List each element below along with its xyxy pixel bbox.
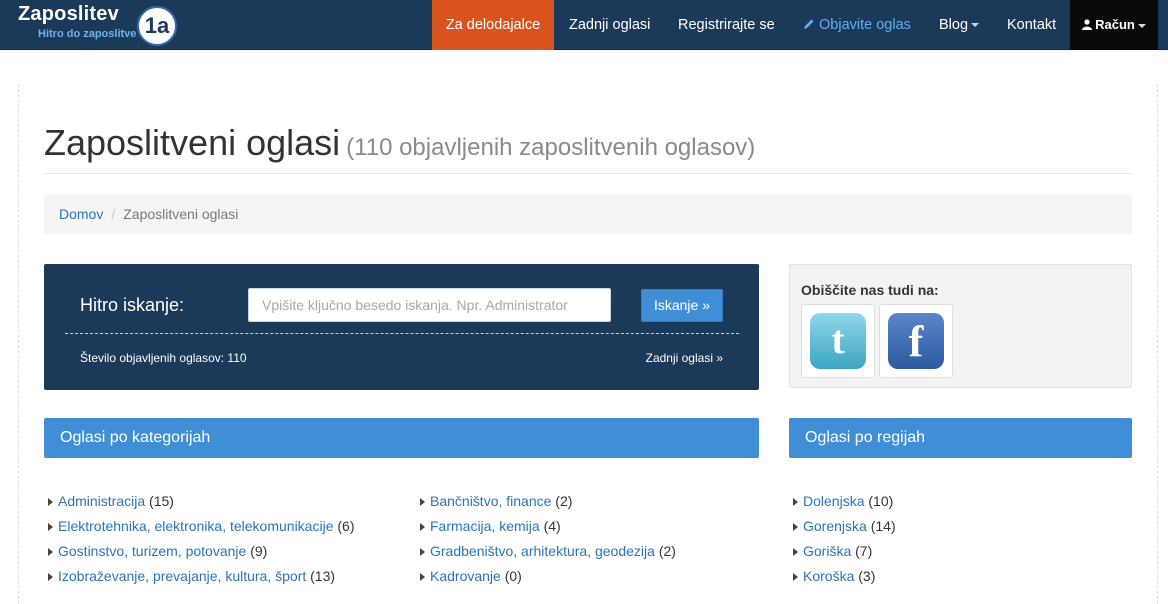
list-item: Administracija (15)	[48, 490, 355, 515]
region-link[interactable]: Gorenjska	[803, 518, 867, 534]
breadcrumb-separator: /	[111, 206, 116, 222]
caret-right-icon	[48, 523, 53, 531]
pencil-icon	[804, 19, 814, 29]
category-link[interactable]: Administracija	[58, 493, 145, 509]
caret-right-icon	[420, 548, 425, 556]
region-count: (14)	[870, 518, 896, 534]
category-count: (13)	[310, 568, 336, 584]
nav-blog-dropdown[interactable]: Blog	[939, 0, 980, 50]
page-title-text: Zaposlitveni oglasi	[44, 122, 341, 163]
nav-contact[interactable]: Kontakt	[1007, 0, 1056, 50]
account-dropdown[interactable]: Račun	[1070, 0, 1158, 50]
quick-search-label: Hitro iskanje:	[80, 295, 185, 315]
caret-right-icon	[793, 573, 798, 581]
category-list-col2: Bančništvo, finance (2) Farmacija, kemij…	[420, 490, 676, 590]
region-count: (7)	[855, 543, 873, 559]
category-count: (0)	[504, 568, 522, 584]
list-item: Kadrovanje (0)	[420, 565, 676, 590]
latest-ads-link[interactable]: Zadnji oglasi »	[646, 351, 723, 365]
caret-right-icon	[48, 548, 53, 556]
category-link[interactable]: Izobraževanje, prevajanje, kultura, špor…	[58, 568, 306, 584]
caret-right-icon	[793, 498, 798, 506]
nav-post-ad-label: Objavite oglas	[819, 17, 911, 33]
category-link[interactable]: Bančništvo, finance	[430, 493, 551, 509]
list-item: Dolenjska (10)	[793, 490, 896, 515]
breadcrumb-current: Zaposlitveni oglasi	[123, 206, 239, 222]
region-list: Dolenjska (10) Gorenjska (14) Goriška (7…	[793, 490, 896, 590]
region-link[interactable]: Koroška	[803, 568, 854, 584]
category-link[interactable]: Elektrotehnika, elektronika, telekomunik…	[58, 518, 333, 534]
list-item: Gostinstvo, turizem, potovanje (9)	[48, 540, 355, 565]
facebook-icon: f	[888, 313, 944, 369]
list-item: Gorenjska (14)	[793, 515, 896, 540]
page-subtitle: (110 objavljenih zaposlitvenih oglasov)	[346, 134, 756, 161]
top-navbar: Zaposlitev Hitro do zaposlitve 1a Za del…	[0, 0, 1168, 50]
region-count: (10)	[868, 493, 894, 509]
category-list-col1: Administracija (15) Elektrotehnika, elek…	[48, 490, 355, 590]
caret-right-icon	[48, 498, 53, 506]
facebook-link[interactable]: f	[879, 304, 953, 378]
category-count: (9)	[250, 543, 268, 559]
breadcrumb: Domov / Zaposlitveni oglasi	[44, 194, 1132, 234]
caret-right-icon	[420, 498, 425, 506]
category-link[interactable]: Gostinstvo, turizem, potovanje	[58, 543, 246, 559]
logo-badge: 1a	[137, 6, 177, 46]
logo-text: Zaposlitev	[18, 3, 119, 25]
region-count: (3)	[858, 568, 876, 584]
caret-right-icon	[793, 523, 798, 531]
logo-tagline: Hitro do zaposlitve	[38, 28, 137, 40]
list-item: Goriška (7)	[793, 540, 896, 565]
quick-search-panel: Hitro iskanje: Iskanje » Število objavlj…	[44, 264, 759, 390]
category-count: (15)	[149, 493, 174, 509]
nav-register[interactable]: Registrirajte se	[678, 0, 775, 50]
list-item: Koroška (3)	[793, 565, 896, 590]
caret-right-icon	[48, 573, 53, 581]
user-icon	[1082, 19, 1093, 30]
regions-heading: Oglasi po regijah	[789, 418, 1132, 458]
list-item: Bančništvo, finance (2)	[420, 490, 676, 515]
nav-post-ad[interactable]: Objavite oglas	[803, 0, 911, 50]
region-link[interactable]: Dolenjska	[803, 493, 864, 509]
twitter-icon: t	[810, 313, 866, 369]
search-input[interactable]	[248, 288, 611, 322]
list-item: Elektrotehnika, elektronika, telekomunik…	[48, 515, 355, 540]
title-divider	[44, 173, 1132, 174]
caret-right-icon	[420, 523, 425, 531]
category-count: (2)	[658, 543, 676, 559]
category-count: (6)	[337, 518, 355, 534]
caret-right-icon	[420, 573, 425, 581]
page-title: Zaposlitveni oglasi (110 objavljenih zapo…	[44, 122, 755, 164]
category-count: (2)	[555, 493, 573, 509]
search-divider	[65, 333, 739, 334]
nav-blog-label: Blog	[939, 17, 969, 33]
categories-heading: Oglasi po kategorijah	[44, 418, 759, 458]
social-title: Obiščite nas tudi na:	[801, 282, 939, 298]
breadcrumb-home[interactable]: Domov	[59, 206, 103, 222]
category-link[interactable]: Kadrovanje	[430, 568, 501, 584]
region-link[interactable]: Goriška	[803, 543, 851, 559]
category-link[interactable]: Farmacija, kemija	[430, 518, 540, 534]
site-logo[interactable]: Zaposlitev Hitro do zaposlitve 1a	[18, 3, 183, 47]
chevron-down-icon	[971, 23, 980, 28]
search-button[interactable]: Iskanje »	[641, 289, 723, 322]
caret-right-icon	[793, 548, 798, 556]
account-label: Račun	[1095, 17, 1135, 32]
nav-latest-ads[interactable]: Zadnji oglasi	[569, 0, 650, 50]
list-item: Farmacija, kemija (4)	[420, 515, 676, 540]
category-link[interactable]: Gradbeništvo, arhitektura, geodezija	[430, 543, 655, 559]
category-count: (4)	[543, 518, 561, 534]
chevron-down-icon	[1137, 23, 1146, 28]
list-item: Izobraževanje, prevajanje, kultura, špor…	[48, 565, 355, 590]
social-panel: Obiščite nas tudi na: t f	[789, 264, 1132, 388]
list-item: Gradbeništvo, arhitektura, geodezija (2)	[420, 540, 676, 565]
nav-employers[interactable]: Za delodajalce	[432, 0, 554, 50]
published-ads-count: Število objavljenih oglasov: 110	[80, 351, 247, 365]
twitter-link[interactable]: t	[801, 304, 875, 378]
